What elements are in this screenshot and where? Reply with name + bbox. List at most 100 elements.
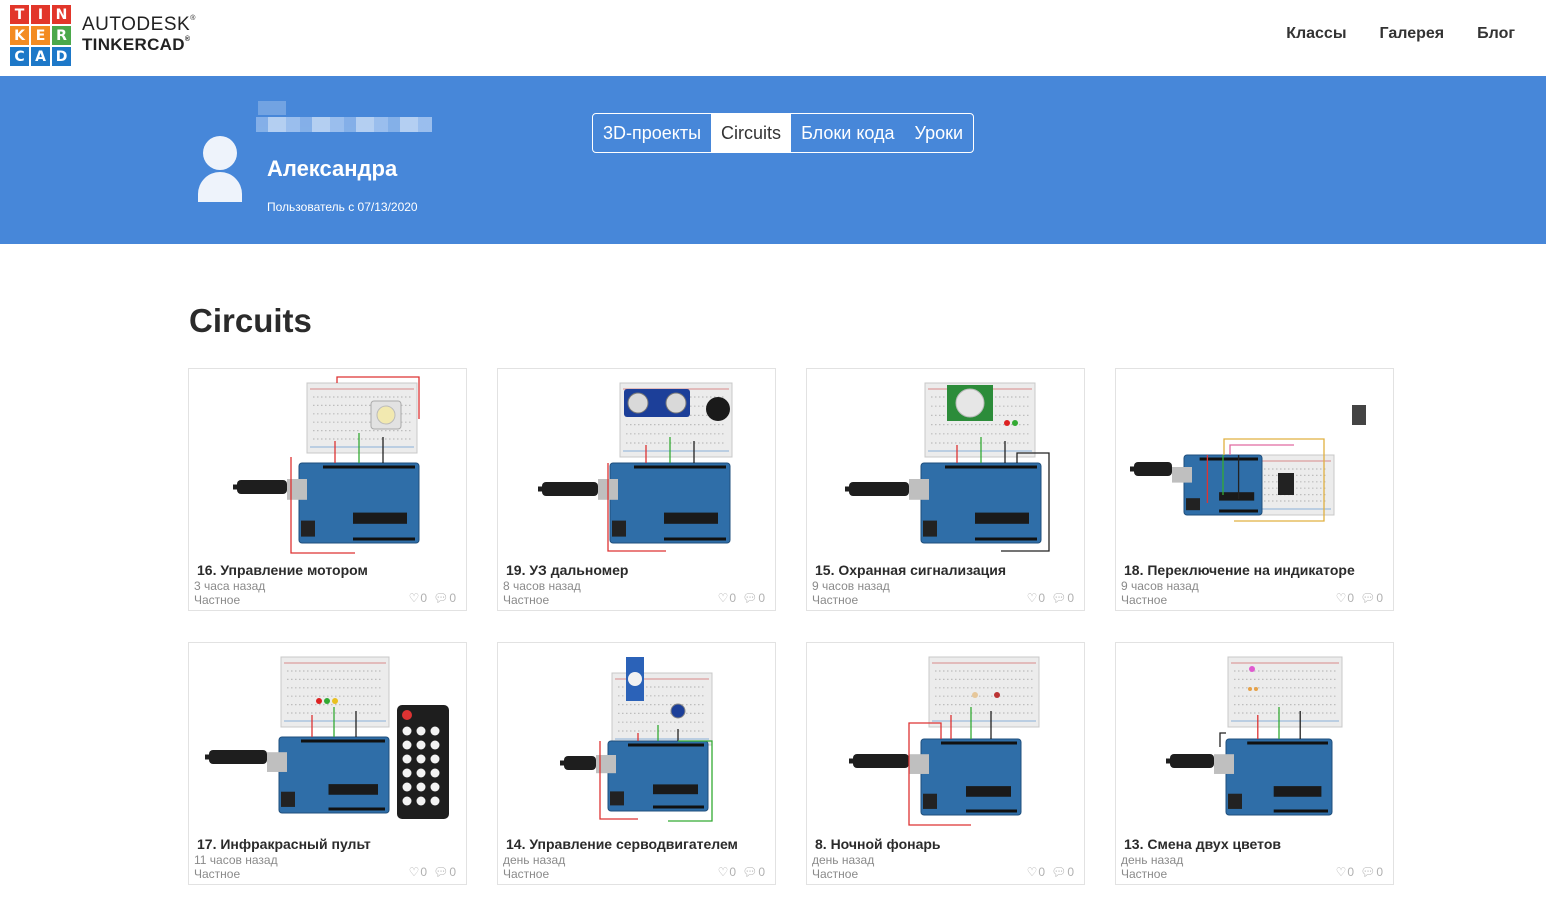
pir-dome <box>955 388 985 418</box>
project-card[interactable]: 15. Охранная сигнализация 9 часов назад … <box>806 368 1085 611</box>
avatar-body-icon <box>198 172 242 202</box>
card-stats: ♡ 0 💬︎ 0 <box>1027 865 1074 879</box>
card-privacy: Частное <box>1121 867 1168 881</box>
avatar[interactable] <box>190 126 250 202</box>
comment-stat[interactable]: 💬︎ 0 <box>1051 591 1074 605</box>
like-stat[interactable]: ♡ 0 <box>1336 591 1354 605</box>
chip <box>653 784 698 795</box>
card-privacy: Частное <box>194 593 241 607</box>
project-card[interactable]: 8. Ночной фонарь день назад Частное ♡ 0 💬… <box>806 642 1085 885</box>
card-stats: ♡ 0 💬︎ 0 <box>409 591 456 605</box>
card-time: день назад <box>812 853 875 867</box>
power-jack <box>923 520 937 537</box>
card-title[interactable]: 13. Смена двух цветов <box>1124 836 1281 852</box>
remote-button <box>402 768 412 778</box>
comment-stat[interactable]: 💬︎ 0 <box>1360 865 1383 879</box>
remote-button <box>430 740 440 750</box>
remote-button <box>416 726 426 736</box>
tab-code-blocks[interactable]: Блоки кода <box>791 114 904 152</box>
circuit-thumbnail[interactable] <box>498 643 775 833</box>
comment-stat[interactable]: 💬︎ 0 <box>742 865 765 879</box>
project-card[interactable]: 14. Управление серводвигателем день наза… <box>497 642 776 885</box>
tab-3d-projects[interactable]: 3D-проекты <box>593 114 711 152</box>
chip <box>1219 492 1255 501</box>
remote-button <box>402 740 412 750</box>
circuit-thumbnail[interactable] <box>1116 369 1393 559</box>
card-title[interactable]: 17. Инфракрасный пульт <box>197 836 371 852</box>
nav-link-blog[interactable]: Блог <box>1477 25 1515 43</box>
card-title[interactable]: 16. Управление мотором <box>197 562 368 578</box>
top-nav: Классы Галерея Блог <box>1286 25 1515 43</box>
comment-icon: 💬︎ <box>742 591 758 605</box>
servo-horn <box>628 672 642 686</box>
logo-cell: I <box>31 5 50 24</box>
project-card[interactable]: 16. Управление мотором 3 часа назад Част… <box>188 368 467 611</box>
comment-icon: 💬︎ <box>1360 591 1376 605</box>
remote-button <box>416 768 426 778</box>
comment-stat[interactable]: 💬︎ 0 <box>433 865 456 879</box>
card-privacy: Частное <box>194 867 241 881</box>
power-jack <box>610 791 624 806</box>
usb-port <box>267 752 287 772</box>
comment-stat[interactable]: 💬︎ 0 <box>1051 865 1074 879</box>
registered-mark: ® <box>184 36 191 43</box>
usb-cable <box>564 756 596 770</box>
heart-icon: ♡ <box>717 591 729 605</box>
comment-stat[interactable]: 💬︎ 0 <box>742 591 765 605</box>
arduino-board <box>298 462 420 544</box>
usb-cable <box>237 480 287 494</box>
logo-cell: D <box>52 47 71 66</box>
like-stat[interactable]: ♡ 0 <box>1027 591 1045 605</box>
heart-icon: ♡ <box>408 591 420 605</box>
avatar-head-icon <box>203 136 237 170</box>
project-card[interactable]: 19. УЗ дальномер 8 часов назад Частное ♡… <box>497 368 776 611</box>
project-card[interactable]: 13. Смена двух цветов день назад Частное… <box>1115 642 1394 885</box>
like-stat[interactable]: ♡ 0 <box>1027 865 1045 879</box>
like-stat[interactable]: ♡ 0 <box>718 865 736 879</box>
usb-cable <box>542 482 598 496</box>
power-jack <box>612 520 626 537</box>
circuit-thumbnail[interactable] <box>1116 643 1393 833</box>
chip <box>975 512 1029 524</box>
brand-wordmark[interactable]: AUTODESK® TINKERCAD® <box>82 15 196 53</box>
like-count: 0 <box>729 865 737 879</box>
tab-circuits[interactable]: Circuits <box>711 114 792 152</box>
like-count: 0 <box>1347 591 1355 605</box>
like-stat[interactable]: ♡ 0 <box>409 865 427 879</box>
nav-link-classes[interactable]: Классы <box>1286 25 1346 43</box>
card-title[interactable]: 15. Охранная сигнализация <box>815 562 1006 578</box>
circuit-thumbnail[interactable] <box>807 643 1084 833</box>
card-title[interactable]: 19. УЗ дальномер <box>506 562 628 578</box>
nav-link-gallery[interactable]: Галерея <box>1379 25 1444 43</box>
card-title[interactable]: 18. Переключение на индикаторе <box>1124 562 1355 578</box>
like-stat[interactable]: ♡ 0 <box>409 591 427 605</box>
project-card[interactable]: 17. Инфракрасный пульт 11 часов назад Ча… <box>188 642 467 885</box>
card-title[interactable]: 14. Управление серводвигателем <box>506 836 738 852</box>
usb-port <box>909 754 929 774</box>
remote-button <box>402 754 412 764</box>
comment-count: 0 <box>758 591 765 605</box>
logo-cell: R <box>52 26 71 45</box>
heart-icon: ♡ <box>1026 865 1038 879</box>
card-privacy: Частное <box>812 867 859 881</box>
chip <box>664 512 718 524</box>
circuit-thumbnail[interactable] <box>189 643 466 833</box>
tab-lessons[interactable]: Уроки <box>905 114 974 152</box>
circuit-thumbnail[interactable] <box>807 369 1084 559</box>
remote-button <box>430 726 440 736</box>
comment-stat[interactable]: 💬︎ 0 <box>1360 591 1383 605</box>
breadboard <box>1227 656 1343 728</box>
like-stat[interactable]: ♡ 0 <box>718 591 736 605</box>
potentiometer <box>670 703 686 719</box>
like-stat[interactable]: ♡ 0 <box>1336 865 1354 879</box>
tinkercad-logo[interactable]: T I N K E R C A D <box>10 5 71 66</box>
card-stats: ♡ 0 💬︎ 0 <box>718 591 765 605</box>
circuit-thumbnail[interactable] <box>189 369 466 559</box>
project-type-tabs: 3D-проекты Circuits Блоки кода Уроки <box>592 113 975 153</box>
card-title[interactable]: 8. Ночной фонарь <box>815 836 941 852</box>
comment-stat[interactable]: 💬︎ 0 <box>433 591 456 605</box>
card-time: день назад <box>1121 853 1184 867</box>
circuit-thumbnail[interactable] <box>498 369 775 559</box>
logo-cell: A <box>31 47 50 66</box>
project-card[interactable]: 18. Переключение на индикаторе 9 часов н… <box>1115 368 1394 611</box>
